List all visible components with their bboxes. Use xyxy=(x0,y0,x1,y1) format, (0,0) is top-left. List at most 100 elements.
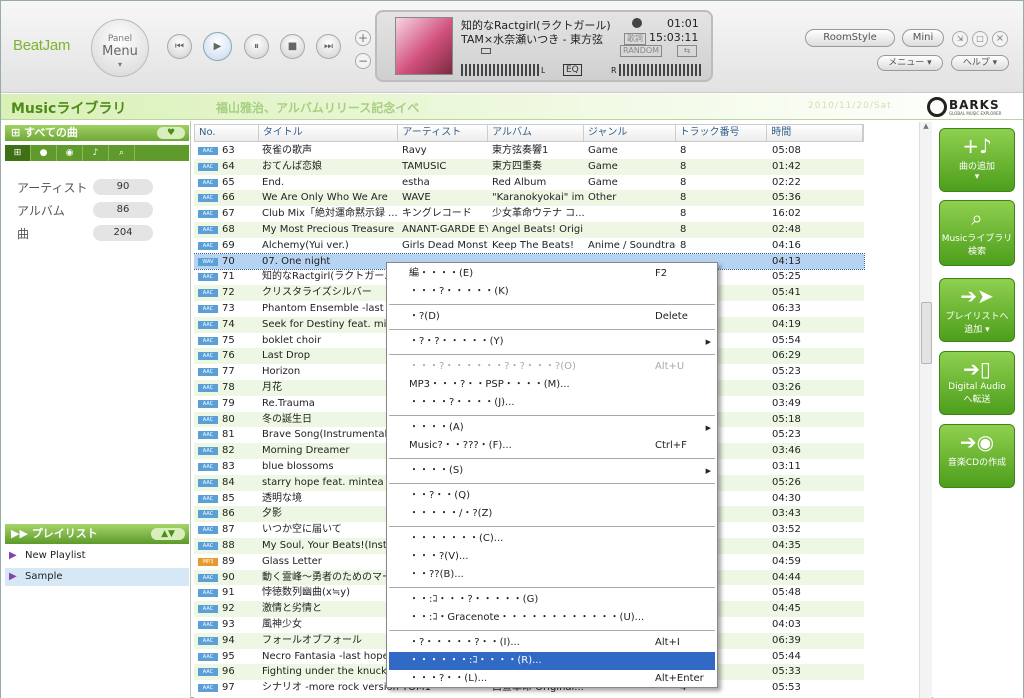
context-menu-item[interactable]: ・・・?・・・・・・?・?・・・?(O) Alt+U xyxy=(389,358,715,376)
scroll-up-icon[interactable]: ▲ xyxy=(920,122,932,134)
context-menu-item[interactable]: ・?・?・・・・・(Y) ▶ xyxy=(389,333,715,351)
row-number: 63 xyxy=(222,145,235,156)
menu-item-label: ・・・・(A) xyxy=(409,422,464,433)
stat-song-label[interactable]: 曲 xyxy=(17,225,29,242)
vertical-scrollbar[interactable]: ▲ xyxy=(919,122,932,698)
panel-menu-button[interactable]: Panel Menu ▾ xyxy=(91,19,149,77)
table-row[interactable]: AAC 64 おてんば恋娘 TAMUSIC 東方四重奏 Game 8 01:42 xyxy=(194,158,864,175)
stat-album-label[interactable]: アルバム xyxy=(17,202,65,219)
menu-item-label: ・・・?・・・・・・?・?・・・?(O) xyxy=(409,361,576,372)
add-songs-button[interactable]: +♪ 曲の追加 ▾ xyxy=(939,128,1015,192)
file-type-badge: AAC xyxy=(198,383,218,392)
context-menu-item[interactable]: ・・・?・・・・・(K) xyxy=(389,283,715,301)
row-number: 64 xyxy=(222,160,235,172)
filter-search-icon[interactable]: ⌕ xyxy=(109,145,135,161)
cell-time: 04:44 xyxy=(772,571,801,583)
file-type-badge: AAC xyxy=(198,162,218,171)
mini-button[interactable]: Mini xyxy=(902,29,944,47)
context-menu-item[interactable]: 編・・・・(E) F2 xyxy=(389,265,715,283)
filter-all-icon[interactable]: ⊞ xyxy=(5,145,31,161)
context-menu-item[interactable]: ・?(D) Delete xyxy=(389,308,715,326)
column-header[interactable]: アルバム xyxy=(488,125,584,141)
volume-down-icon[interactable]: − xyxy=(355,53,371,69)
library-search-button[interactable]: ⌕ Musicライブラリ 検索 xyxy=(939,200,1015,266)
row-number: 78 xyxy=(222,381,235,393)
digital-audio-transfer-button[interactable]: ➔▯ Digital Audio へ転送 xyxy=(939,351,1015,415)
close-icon[interactable]: × xyxy=(992,31,1008,47)
filter-genre-icon[interactable]: ♪ xyxy=(83,145,109,161)
column-header[interactable]: ジャンル xyxy=(584,125,676,141)
cell-time: 04:35 xyxy=(772,539,801,551)
cell-title: starry hope feat. mintea xyxy=(262,476,384,488)
context-menu-item[interactable]: ・・・・・・:ｺ・・・・(R)... xyxy=(389,652,715,670)
filter-album-icon[interactable]: ◉ xyxy=(57,145,83,161)
play-button[interactable]: ▶ xyxy=(203,32,232,61)
context-menu-item[interactable]: ・・・・・/・?(Z) xyxy=(389,505,715,523)
context-menu-item[interactable]: ・・・?(V)... xyxy=(389,548,715,566)
row-number: 96 xyxy=(222,666,235,678)
cell-title: 風神少女 xyxy=(262,618,302,630)
volume-up-icon[interactable]: + xyxy=(355,30,371,46)
scroll-thumb[interactable] xyxy=(921,302,932,364)
context-menu-item[interactable]: ・・:ｺ・・・?・・・・・(G) xyxy=(389,591,715,609)
file-type-badge: AAC xyxy=(198,178,218,187)
column-header[interactable]: アーティスト xyxy=(398,125,489,141)
maximize-icon[interactable]: □ xyxy=(972,31,988,47)
context-menu-item[interactable]: ・・・・(S) ▶ xyxy=(389,462,715,480)
shrink-icon[interactable]: ⇲ xyxy=(952,31,968,47)
file-type-badge: AAC xyxy=(198,336,218,345)
column-header[interactable]: 時間 xyxy=(767,125,863,141)
eq-button[interactable]: EQ xyxy=(563,64,582,76)
all-songs-header[interactable]: ⊞ すべての曲 ♥ xyxy=(5,125,189,141)
playlist-item[interactable]: ▶ New Playlist xyxy=(5,547,189,565)
row-number-cell: AAC 81 xyxy=(194,427,258,443)
context-menu-item[interactable]: ・・・・?・・・・(J)... xyxy=(389,394,715,412)
news-ticker[interactable]: 福山雅治、アルバムリリース記念イベ xyxy=(216,99,419,116)
add-to-playlist-button[interactable]: ➔➤ プレイリストへ 追加 ▾ xyxy=(939,278,1015,342)
context-menu-item[interactable]: Music?・・???・(F)... Ctrl+F xyxy=(389,437,715,455)
context-menu-item[interactable]: ・・・?・・(L)... Alt+Enter xyxy=(389,670,715,688)
context-menu-item[interactable]: MP3・・・?・・PSP・・・・(M)... xyxy=(389,376,715,394)
context-menu-item[interactable]: ・?・・・・・?・・(I)... Alt+I xyxy=(389,634,715,652)
roomstyle-button[interactable]: RoomStyle xyxy=(805,29,895,47)
context-menu-item[interactable]: ・・??(B)... xyxy=(389,566,715,584)
row-number: 66 xyxy=(222,192,235,204)
column-header[interactable]: No. xyxy=(195,125,259,141)
stat-artist-label[interactable]: アーティスト xyxy=(17,179,88,196)
stop-button[interactable]: ■ xyxy=(280,34,305,59)
playlist-scroll-icon[interactable]: ▲▼ xyxy=(151,528,185,540)
lyrics-indicator: 歌詞 xyxy=(624,33,646,45)
column-header[interactable]: タイトル xyxy=(259,125,399,141)
table-row[interactable]: AAC 69 Alchemy(Yui ver.) Girls Dead Monster… xyxy=(194,238,864,254)
context-menu-item[interactable]: ・・・・・・・(C)... xyxy=(389,530,715,548)
menu-dropdown-button[interactable]: メニュー ▾ xyxy=(877,55,943,71)
menu-item-label: ・・・・(S) xyxy=(409,465,464,476)
table-row[interactable]: AAC 68 My Most Precious Treasure ANANT-GARD… xyxy=(194,221,864,238)
help-dropdown-button[interactable]: ヘルプ ▾ xyxy=(951,55,1009,71)
context-menu-item[interactable]: ・・・・(A) ▶ xyxy=(389,419,715,437)
repeat-icon[interactable]: ⇆ xyxy=(677,45,697,57)
row-number-cell: AAC 67 xyxy=(194,206,258,222)
cell-time: 03:43 xyxy=(772,508,801,520)
playlist-header[interactable]: ▶▶ プレイリスト ▲▼ xyxy=(5,524,189,544)
context-menu-item[interactable]: ・・?・・(Q) xyxy=(389,487,715,505)
table-row[interactable]: AAC 67 Club Mix「絶対運命黙示録 ... キングレコード 少女革命ウテナ … xyxy=(194,206,864,222)
random-indicator[interactable]: RANDOM xyxy=(620,45,663,57)
table-row[interactable]: AAC 65 End. estha Red Album Game 8 02:22 xyxy=(194,175,864,191)
create-cd-button[interactable]: ➔◉ 音楽CDの作成 xyxy=(939,424,1015,488)
column-header[interactable]: トラック番号 xyxy=(676,125,768,141)
seek-handle[interactable] xyxy=(481,48,491,54)
pause-button[interactable]: ⏸ xyxy=(244,34,269,59)
barks-logo[interactable]: BARKS GLOBAL MUSIC EXPLORER xyxy=(927,97,1019,117)
next-button[interactable]: ⏭ xyxy=(316,34,341,59)
table-row[interactable]: AAC 66 We Are Only Who We Are WAVE "Karanoky… xyxy=(194,190,864,207)
action-label: プレイリストへ xyxy=(945,312,1009,322)
favorite-heart-icon[interactable]: ♥ xyxy=(157,127,185,139)
menu-separator xyxy=(389,329,715,330)
table-row[interactable]: AAC 63 夜雀の歌声 Ravy 東方弦奏響1 Game 8 05:08 xyxy=(194,143,864,159)
filter-artist-icon[interactable]: ● xyxy=(31,145,57,161)
context-menu-item[interactable]: ・・:ｺ・Gracenote・・・・・・・・・・・・(U)... xyxy=(389,609,715,627)
playlist-item[interactable]: ▶ Sample xyxy=(5,568,189,586)
row-number: 67 xyxy=(222,208,235,220)
previous-button[interactable]: ⏮ xyxy=(167,34,192,59)
